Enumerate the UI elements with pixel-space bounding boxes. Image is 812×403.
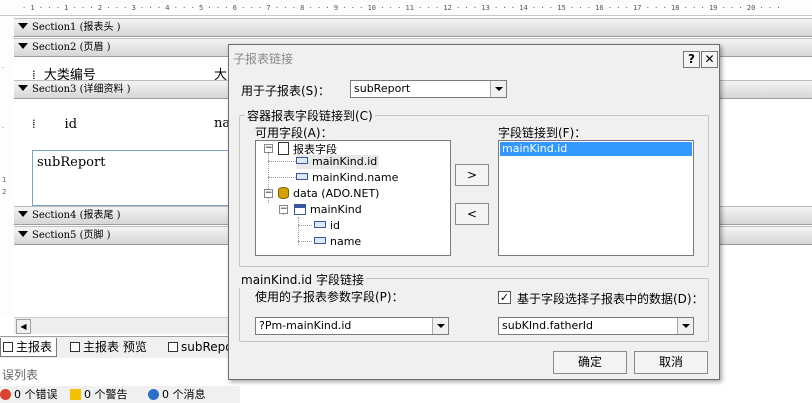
dialog-title: 子报表链接 [233,52,294,66]
database-icon [278,187,289,199]
error-list-toolbar: 0 个错误 0 个警告 0 个消息 [0,386,240,403]
chevron-down-icon[interactable] [677,318,693,334]
chevron-down-icon[interactable] [490,81,506,97]
subreport-control[interactable]: subReport [32,150,234,206]
chevron-down-icon[interactable] [432,318,448,334]
tree-node-column-id[interactable]: id [314,219,340,233]
vertical-ruler: · · 1 2 [0,16,14,316]
report-icon [3,342,13,352]
tab-main-report-preview[interactable]: 主报表 预览 [68,338,151,357]
collapse-triangle-icon [18,85,28,91]
messages-filter[interactable]: 0 个消息 [148,386,206,403]
available-fields-tree[interactable]: − 报表字段 mainKind.id mainKind.name − data … [255,140,451,256]
field-icon [296,173,308,180]
info-icon [148,389,159,400]
report-icon [70,342,80,352]
tree-node-column-name[interactable]: name [314,235,361,249]
warning-icon [70,389,81,400]
collapse-report-fields-icon[interactable]: − [264,144,273,153]
collapse-triangle-icon [18,211,28,217]
subreport-link-dialog: 子报表链接 ? ✕ 用于子报表(S)： subReport 容器报表字段链接到(… [228,44,720,380]
detail-field-1[interactable]: ⁞ id [32,116,77,132]
designer-tabs: 主报表 主报表 预览 subRepor [0,336,240,358]
error-list-title: 误列表 [0,366,240,384]
field-icon [314,221,326,228]
error-icon [0,389,11,400]
subreport-label: 用于子报表(S)： [241,84,330,98]
field-icon [314,237,326,244]
linked-fields-label: 字段链接到(F)： [498,126,587,140]
section-band-1[interactable]: Section1 (报表头 ) [14,18,812,37]
cancel-button[interactable]: 取消 [634,351,708,374]
scroll-left-icon[interactable]: ◀ [16,319,31,334]
field-link-group-title: mainKind.id 字段链接 [239,271,366,288]
collapse-triangle-icon [18,231,28,237]
add-link-button[interactable]: > [455,164,489,186]
ok-button[interactable]: 确定 [553,351,627,374]
report-icon [168,342,178,352]
collapse-table-icon[interactable]: − [279,205,288,214]
tree-node-table[interactable]: mainKind [294,203,362,217]
remove-link-button[interactable]: < [455,203,489,225]
container-link-group-title: 容器报表字段链接到(C) [245,107,375,124]
filter-checkbox[interactable]: ✓ [498,291,511,304]
collapse-triangle-icon [18,23,28,29]
param-field-label: 使用的子报表参数字段(P)： [255,290,404,304]
errors-filter[interactable]: 0 个错误 [0,386,58,403]
collapse-triangle-icon [18,43,28,49]
linked-fields-list[interactable]: mainKind.id [498,140,694,256]
filter-checkbox-label: 基于字段选择子报表中的数据(D)： [517,292,704,306]
table-icon [294,204,306,215]
field-icon [296,157,308,164]
tree-node-data-source[interactable]: data (ADO.NET) [278,187,379,201]
param-field-select[interactable]: ?Pm-mainKind.id [255,317,449,335]
horizontal-scrollbar[interactable]: ◀ [14,317,234,334]
warnings-filter[interactable]: 0 个警告 [70,386,128,403]
report-fields-icon [278,142,289,155]
tree-node-field-name[interactable]: mainKind.name [296,171,398,185]
tree-node-field-id[interactable]: mainKind.id [296,155,380,169]
close-button[interactable]: ✕ [701,51,718,68]
horizontal-ruler: · 1 · · · 1 · · · 2 · · · 3 · · · 4 · · … [0,0,812,16]
collapse-data-source-icon[interactable]: − [264,189,273,198]
linked-field-item[interactable]: mainKind.id [500,142,692,156]
subreport-select[interactable]: subReport [350,80,507,98]
available-fields-label: 可用字段(A)： [255,126,333,140]
filter-field-select[interactable]: subKInd.fatherId [498,317,694,335]
tab-main-report[interactable]: 主报表 [0,338,58,357]
help-button[interactable]: ? [683,51,700,68]
